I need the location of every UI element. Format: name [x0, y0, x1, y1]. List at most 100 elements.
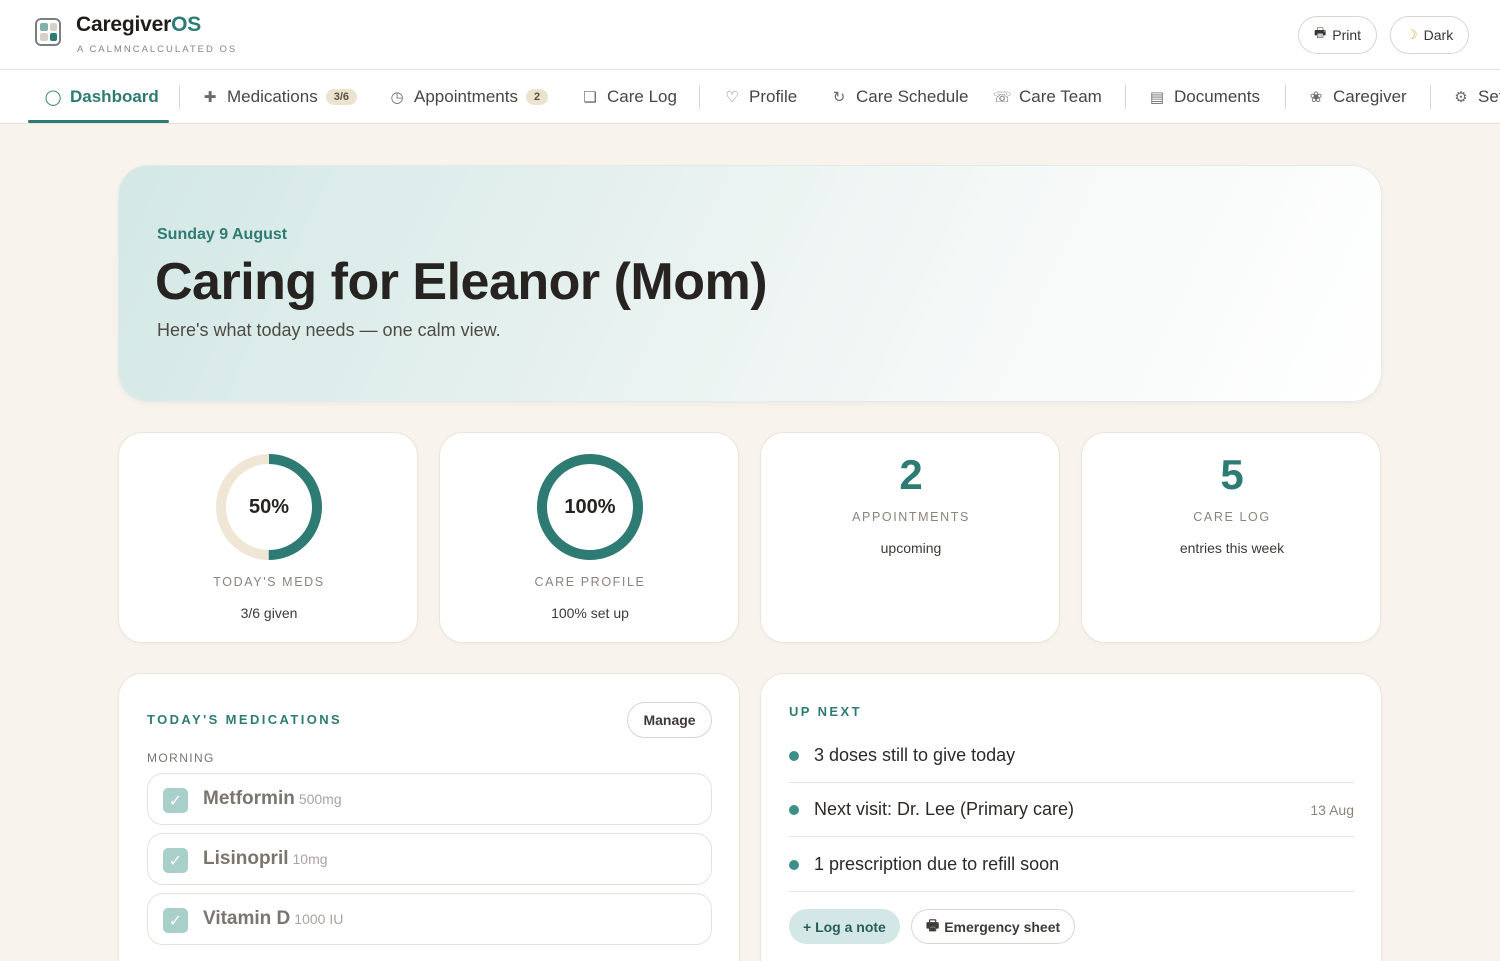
time-group-label: MORNING: [147, 751, 215, 765]
phone-icon: ☏: [993, 88, 1012, 106]
tab-profile[interactable]: ♡ Profile: [723, 70, 797, 123]
medication-name-text: Vitamin D: [203, 908, 291, 929]
check-icon: ✓: [168, 792, 183, 810]
profile-percent: 100%: [564, 495, 616, 518]
tab-label: Care Schedule: [856, 86, 969, 106]
medication-name-text: Metformin: [203, 788, 295, 809]
plus-icon: ✚: [203, 88, 217, 106]
dark-mode-button[interactable]: ☽ Dark: [1390, 16, 1470, 54]
tab-care-schedule[interactable]: ↻ Care Schedule: [830, 70, 969, 123]
tab-care-team[interactable]: ☏ Care Team: [993, 70, 1102, 123]
stat-card-meds[interactable]: 50% TODAY'S MEDS 3/6 given: [118, 432, 418, 643]
manage-medications-button[interactable]: Manage: [627, 702, 712, 738]
up-next-text: 3 doses still to give today: [814, 745, 1016, 765]
notebook-icon: ❏: [583, 88, 597, 106]
log-note-button[interactable]: + Log a note: [789, 909, 900, 944]
app-name: CaregiverOS: [76, 13, 201, 37]
gear-icon: ⚙: [1454, 88, 1468, 106]
up-next-text: Next visit: Dr. Lee (Primary care): [814, 799, 1075, 819]
page-title: Caring for Eleanor (Mom): [155, 253, 768, 311]
hero-banner: Sunday 9 August Caring for Eleanor (Mom)…: [118, 165, 1382, 402]
appointments-count: 2: [899, 451, 923, 498]
tab-label: Care Log: [607, 86, 677, 106]
tab-label: Medications: [227, 86, 318, 106]
checkbox-checked[interactable]: ✓: [163, 908, 188, 933]
emergency-sheet-label: Emergency sheet: [944, 918, 1061, 935]
medication-dose: 1000 IU: [294, 911, 344, 927]
ring-icon: ◯: [44, 88, 62, 106]
tab-settings[interactable]: ⚙ Set: [1452, 70, 1500, 123]
bullet-dot-icon: [789, 751, 799, 761]
stat-caption: CARE PROFILE: [534, 575, 646, 589]
stat-card-care-log[interactable]: 5 CARE LOG entries this week: [1081, 432, 1381, 643]
tab-care-log[interactable]: ❏ Care Log: [581, 70, 677, 123]
stat-card-care-profile[interactable]: 100% CARE PROFILE 100% set up: [439, 432, 739, 643]
top-bar: CaregiverOS A CALMNCALCULATED OS 🖶 Print…: [0, 0, 1500, 70]
today-date: Sunday 9 August: [157, 226, 288, 243]
medication-name-text: Lisinopril: [203, 848, 289, 869]
app-tagline: A CALMNCALCULATED OS: [77, 44, 238, 55]
stat-caption: CARE LOG: [1193, 510, 1271, 524]
printer-icon: 🖶: [926, 916, 940, 933]
checkbox-checked[interactable]: ✓: [163, 788, 188, 813]
page-subtitle: Here's what today needs — one calm view.: [157, 320, 501, 340]
bullet-dot-icon: [789, 805, 799, 815]
stat-caption: TODAY'S MEDS: [213, 575, 325, 589]
up-next-item[interactable]: 1 prescription due to refill soon: [789, 838, 1354, 892]
stat-card-appointments[interactable]: 2 APPOINTMENTS upcoming: [760, 432, 1060, 643]
tab-medications[interactable]: ✚ Medications 3/6: [201, 70, 358, 123]
dark-label: Dark: [1423, 27, 1454, 43]
printer-icon: 🖶: [1314, 25, 1327, 40]
tab-label: Set: [1478, 86, 1500, 106]
tab-documents[interactable]: ▤ Documents: [1148, 70, 1260, 123]
tab-label: Documents: [1174, 86, 1260, 106]
stat-note: 100% set up: [551, 605, 629, 621]
check-icon: ✓: [168, 912, 183, 930]
app-logo-icon: [35, 18, 61, 46]
checkbox-checked[interactable]: ✓: [163, 848, 188, 873]
meds-percent: 50%: [248, 495, 290, 518]
up-next-item[interactable]: 3 doses still to give today: [789, 729, 1354, 783]
up-next-card: UP NEXT 3 doses still to give today Next…: [760, 673, 1382, 961]
up-next-date: 13 Aug: [1310, 802, 1354, 818]
refresh-icon: ↻: [832, 88, 846, 106]
up-next-item[interactable]: Next visit: Dr. Lee (Primary care) 13 Au…: [789, 783, 1354, 837]
section-title: UP NEXT: [789, 704, 862, 719]
nav-divider: [1430, 85, 1431, 109]
print-label: Print: [1332, 27, 1362, 43]
flower-icon: ❀: [1309, 88, 1323, 106]
nav-divider: [1285, 85, 1286, 109]
tab-label: Care Team: [1019, 86, 1102, 106]
tab-label: Appointments: [414, 86, 518, 106]
check-icon: ✓: [168, 852, 183, 870]
tab-label: Caregiver: [1333, 86, 1407, 106]
medications-count-badge: 3/6: [325, 88, 358, 105]
document-icon: ▤: [1149, 88, 1165, 106]
medication-row[interactable]: ✓ Metformin 500mg: [147, 773, 712, 825]
up-next-text: 1 prescription due to refill soon: [814, 854, 1060, 874]
medication-name: Vitamin D 1000 IU: [203, 908, 343, 930]
tab-dashboard[interactable]: ◯ Dashboard: [44, 70, 159, 123]
tab-label: Profile: [749, 86, 798, 106]
main-nav: ◯ Dashboard ✚ Medications 3/6 ◷ Appointm…: [0, 70, 1500, 124]
section-title: TODAY'S MEDICATIONS: [147, 712, 343, 727]
app-name-accent: OS: [171, 13, 202, 36]
print-button[interactable]: 🖶 Print: [1298, 16, 1378, 54]
stat-note: upcoming: [880, 540, 942, 556]
care-log-count: 5: [1220, 451, 1244, 498]
nav-divider: [179, 85, 180, 109]
clock-icon: ◷: [390, 88, 404, 106]
medication-row[interactable]: ✓ Vitamin D 1000 IU: [147, 893, 712, 945]
tab-appointments[interactable]: ◷ Appointments 2: [388, 70, 549, 123]
medication-dose: 10mg: [292, 851, 328, 867]
nav-divider: [1125, 85, 1126, 109]
medication-dose: 500mg: [298, 791, 342, 807]
stat-note: 3/6 given: [240, 605, 298, 621]
tab-caregiver[interactable]: ❀ Caregiver: [1307, 70, 1407, 123]
emergency-sheet-button[interactable]: 🖶 Emergency sheet: [911, 909, 1076, 944]
appointments-count-badge: 2: [525, 88, 549, 105]
medication-name: Lisinopril 10mg: [203, 848, 328, 870]
stat-caption: APPOINTMENTS: [852, 510, 970, 524]
todays-medications-card: TODAY'S MEDICATIONS Manage MORNING ✓ Met…: [118, 673, 740, 961]
medication-row[interactable]: ✓ Lisinopril 10mg: [147, 833, 712, 885]
